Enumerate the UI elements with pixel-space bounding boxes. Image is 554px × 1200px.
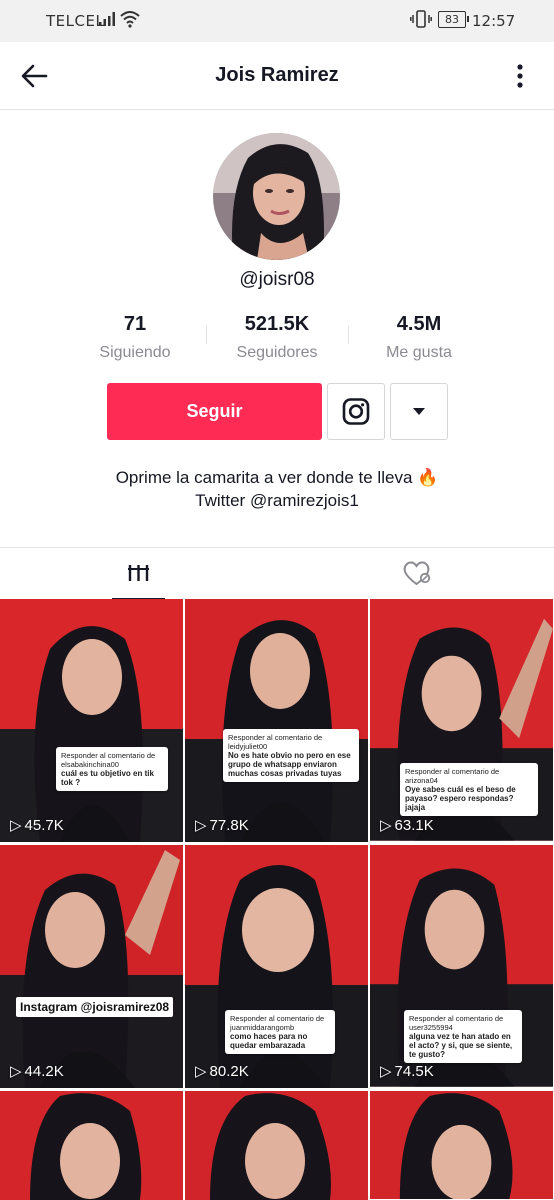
video-thumbnail-image	[0, 1091, 183, 1200]
video-thumbnail-image	[185, 599, 368, 842]
video-caption: Responder al comentario de leidyjuliet00…	[223, 729, 359, 782]
following-count: 71	[123, 313, 147, 335]
video-caption: Instagram @joisramirez08	[16, 997, 174, 1017]
play-icon: ▷	[380, 817, 392, 834]
caption-reply-label: Responder al comentario de juanmiddarang…	[230, 1014, 325, 1032]
view-count-value: 77.8K	[209, 816, 249, 834]
likes-label: Me gusta	[386, 344, 452, 361]
play-icon: ▷	[195, 1063, 207, 1080]
video-grid: Responder al comentario de elsabakinchin…	[0, 599, 554, 1200]
video-thumbnail[interactable]: Responder al comentario de elsabakinchin…	[0, 599, 183, 842]
video-thumbnail[interactable]: Instagram @joisramirez08 ▷ 44.2K	[0, 845, 183, 1088]
suggested-accounts-button[interactable]	[390, 383, 448, 440]
view-count: ▷ 63.1K	[380, 816, 434, 835]
follow-button[interactable]: Seguir	[107, 383, 322, 440]
view-count: ▷ 74.5K	[380, 1062, 434, 1081]
view-count-value: 44.2K	[24, 1062, 64, 1080]
status-bar: TELCEL 83 12:57	[0, 0, 554, 42]
video-thumbnail[interactable]: Responder al comentario de leidyjuliet00…	[185, 599, 368, 842]
profile-tabs	[0, 547, 554, 600]
view-count: ▷ 45.7K	[10, 816, 64, 835]
tab-liked[interactable]	[390, 548, 443, 598]
view-count: ▷ 44.2K	[10, 1062, 64, 1081]
signal-icon	[99, 12, 115, 26]
caption-text: Oye sabes cuál es el beso de payaso? esp…	[405, 785, 516, 812]
top-nav-bar: Jois Ramirez	[0, 42, 554, 110]
grid-icon	[128, 565, 149, 581]
video-caption: Responder al comentario de user3255994 a…	[404, 1010, 522, 1063]
play-icon: ▷	[10, 817, 22, 834]
caption-reply-label: Responder al comentario de arizona04	[405, 767, 500, 785]
video-thumbnail[interactable]	[370, 1091, 553, 1200]
bio-line: Oprime la camarita a ver donde te lleva …	[115, 468, 439, 487]
view-count-value: 80.2K	[209, 1062, 249, 1080]
stat-followers[interactable]: 521.5K Seguidores	[207, 313, 347, 362]
liked-heart-icon	[403, 561, 431, 586]
wifi-icon	[120, 11, 140, 28]
play-icon: ▷	[195, 817, 207, 834]
caption-reply-label: Responder al comentario de elsabakinchin…	[61, 751, 156, 769]
play-icon: ▷	[380, 1063, 392, 1080]
video-thumbnail-image	[370, 1091, 553, 1200]
followers-label: Seguidores	[236, 344, 318, 361]
caption-reply-label: Responder al comentario de leidyjuliet00	[228, 733, 323, 751]
caption-text: como haces para no quedar embarazada	[230, 1032, 308, 1050]
video-caption: Responder al comentario de arizona04 Oye…	[400, 763, 538, 816]
video-thumbnail-image	[0, 845, 183, 1088]
vertical-dots-icon[interactable]	[508, 62, 532, 90]
video-thumbnail[interactable]	[0, 1091, 183, 1200]
carrier-label: TELCEL	[46, 12, 105, 30]
video-thumbnail[interactable]: Responder al comentario de user3255994 a…	[370, 845, 553, 1088]
followers-count: 521.5K	[244, 313, 310, 335]
likes-count: 4.5M	[396, 313, 442, 335]
caption-reply-label: Responder al comentario de user3255994	[409, 1014, 504, 1032]
video-caption: Responder al comentario de juanmiddarang…	[225, 1010, 335, 1054]
video-thumbnail-image	[0, 599, 183, 842]
instagram-icon	[342, 398, 370, 425]
stat-following[interactable]: 71 Siguiendo	[65, 313, 205, 362]
avatar[interactable]	[213, 133, 340, 260]
view-count: ▷ 77.8K	[195, 816, 249, 835]
video-thumbnail[interactable]: Responder al comentario de juanmiddarang…	[185, 845, 368, 1088]
view-count: ▷ 80.2K	[195, 1062, 249, 1081]
caret-down-icon	[413, 408, 425, 415]
instagram-button[interactable]	[327, 383, 385, 440]
view-count-value: 63.1K	[394, 816, 434, 834]
battery-level: 83	[445, 13, 459, 26]
video-caption: Responder al comentario de elsabakinchin…	[56, 747, 168, 791]
view-count-value: 74.5K	[394, 1062, 434, 1080]
clock: 12:57	[472, 12, 516, 30]
stat-likes[interactable]: 4.5M Me gusta	[349, 313, 489, 362]
battery-icon: 83	[438, 11, 469, 28]
tab-videos[interactable]	[112, 548, 165, 600]
vibrate-icon	[410, 10, 432, 28]
play-icon: ▷	[10, 1063, 22, 1080]
caption-text: cuál es tu objetivo en tik tok ?	[61, 769, 154, 787]
page-title: Jois Ramirez	[215, 64, 339, 86]
profile-handle: @joisr08	[239, 269, 315, 290]
video-thumbnail-image	[185, 1091, 368, 1200]
profile-bio: Oprime la camarita a ver donde te lleva …	[0, 466, 554, 512]
caption-text: alguna vez te han atado en el acto? y si…	[409, 1032, 513, 1059]
bio-line[interactable]: Twitter @ramirezjois1	[0, 489, 554, 512]
caption-text: No es hate obvio no pero en ese grupo de…	[228, 751, 351, 778]
video-thumbnail[interactable]: Responder al comentario de arizona04 Oye…	[370, 599, 553, 842]
following-label: Siguiendo	[99, 344, 171, 361]
view-count-value: 45.7K	[24, 816, 64, 834]
video-thumbnail[interactable]	[185, 1091, 368, 1200]
